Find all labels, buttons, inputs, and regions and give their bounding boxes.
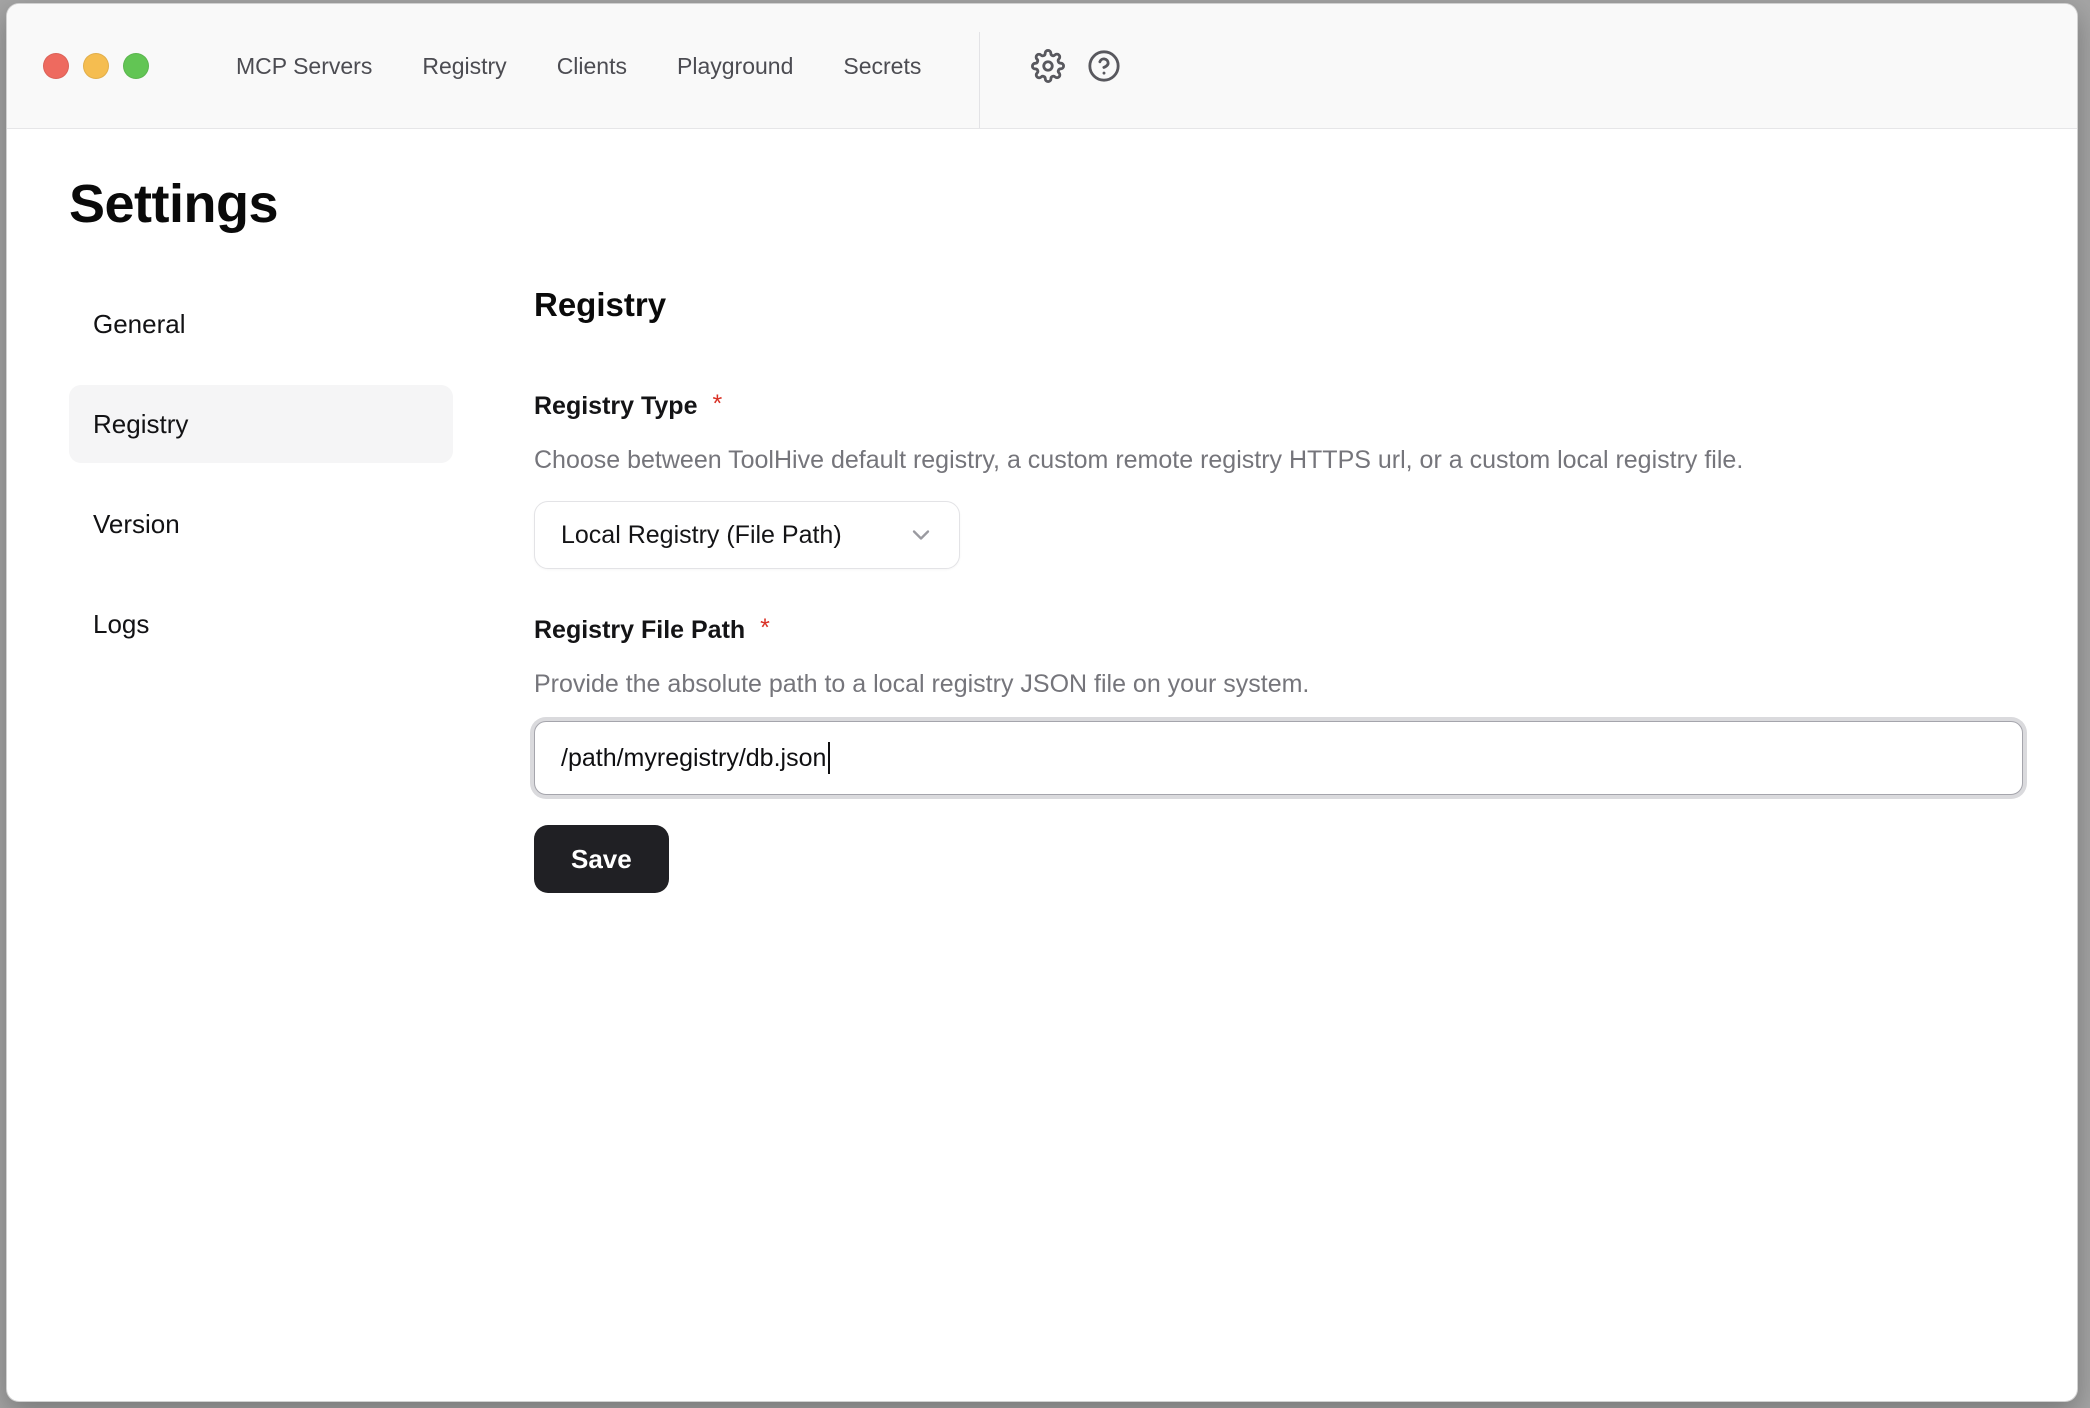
topnav-item-playground[interactable]: Playground (677, 53, 793, 80)
registry-type-selected-value: Local Registry (File Path) (561, 521, 842, 550)
file-path-value: /path/myregistry/db.json (561, 744, 826, 773)
file-path-description: Provide the absolute path to a local reg… (534, 669, 2023, 699)
topnav-item-secrets[interactable]: Secrets (843, 53, 921, 80)
close-button[interactable] (43, 53, 69, 79)
help-button[interactable] (1076, 38, 1132, 94)
traffic-lights (43, 53, 149, 79)
titlebar-divider (979, 32, 980, 128)
page-title: Settings (69, 173, 2077, 235)
settings-page: Settings General Registry Version Logs R… (7, 129, 2077, 893)
registry-type-label: Registry Type (534, 391, 697, 421)
sidebar-item-version[interactable]: Version (69, 485, 453, 563)
sidebar-item-general[interactable]: General (69, 285, 453, 363)
gear-icon (1031, 49, 1065, 83)
sidebar-item-registry[interactable]: Registry (69, 385, 453, 463)
registry-type-description: Choose between ToolHive default registry… (534, 445, 2023, 475)
help-icon (1087, 49, 1121, 83)
text-cursor (828, 742, 830, 774)
required-asterisk: * (712, 391, 722, 417)
section-heading: Registry (534, 285, 2023, 325)
registry-file-path-input[interactable]: /path/myregistry/db.json (534, 721, 2023, 795)
settings-button[interactable] (1020, 38, 1076, 94)
topnav-item-clients[interactable]: Clients (557, 53, 627, 80)
topnav-item-registry[interactable]: Registry (422, 53, 506, 80)
save-button[interactable]: Save (534, 825, 669, 893)
chevron-down-icon (907, 521, 935, 549)
file-path-label: Registry File Path (534, 615, 745, 645)
minimize-button[interactable] (83, 53, 109, 79)
app-window: MCP Servers Registry Clients Playground … (6, 3, 2078, 1402)
topnav-item-mcp-servers[interactable]: MCP Servers (236, 53, 372, 80)
registry-type-select[interactable]: Local Registry (File Path) (534, 501, 960, 569)
top-navigation: MCP Servers Registry Clients Playground … (236, 53, 921, 80)
sidebar-item-logs[interactable]: Logs (69, 585, 453, 663)
zoom-button[interactable] (123, 53, 149, 79)
registry-settings-panel: Registry Registry Type * Choose between … (534, 285, 2023, 893)
required-asterisk: * (760, 615, 770, 641)
settings-sidebar: General Registry Version Logs (69, 285, 453, 893)
titlebar: MCP Servers Registry Clients Playground … (7, 4, 2077, 129)
